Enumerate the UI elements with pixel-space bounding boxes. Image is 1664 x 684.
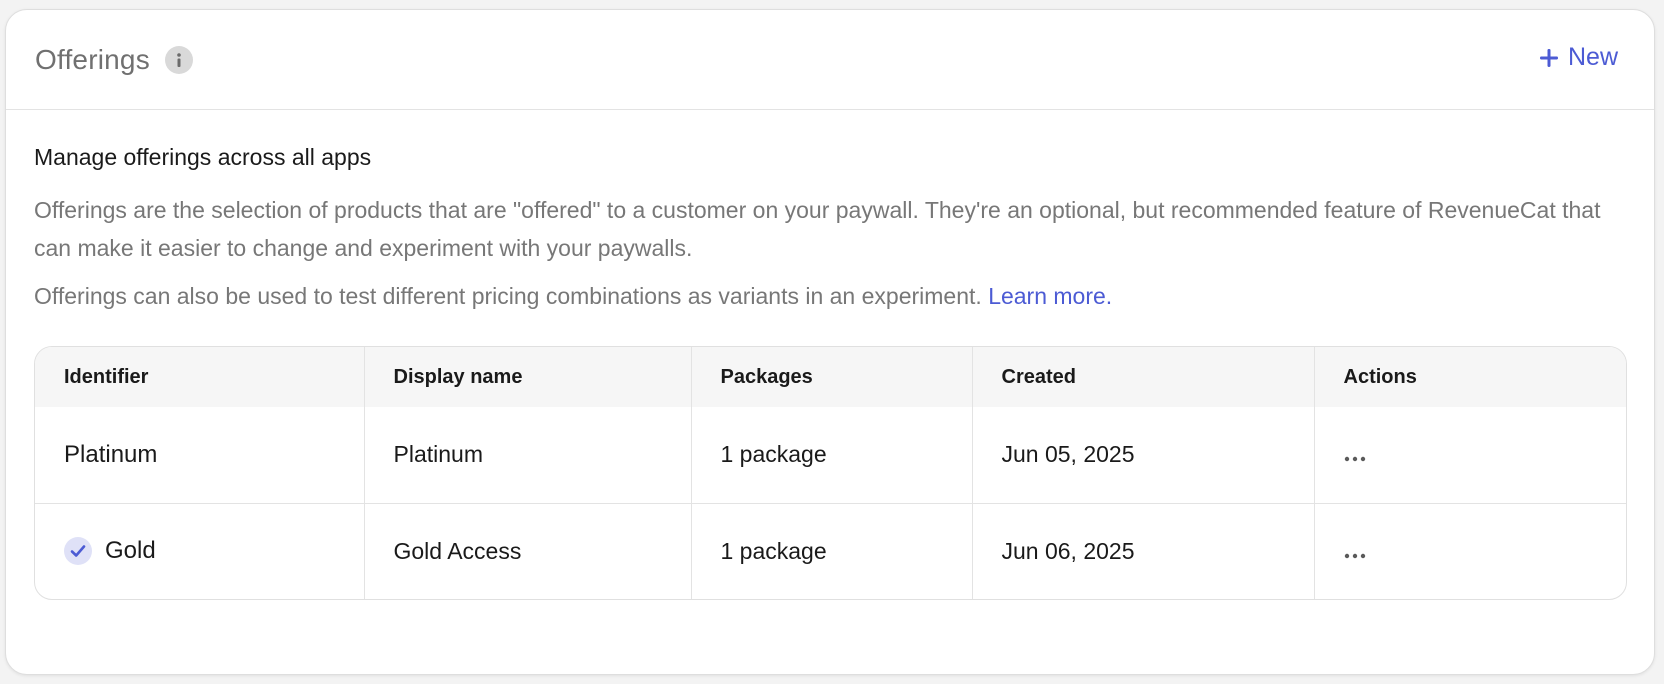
new-offering-button[interactable]: New bbox=[1539, 43, 1618, 72]
created-cell: Jun 05, 2025 bbox=[972, 407, 1315, 503]
column-header-identifier[interactable]: Identifier bbox=[35, 347, 365, 407]
identifier-text[interactable]: Gold bbox=[105, 537, 156, 565]
column-header-created[interactable]: Created bbox=[972, 347, 1315, 407]
learn-more-link[interactable]: Learn more. bbox=[988, 283, 1112, 309]
display-name-cell: Platinum bbox=[364, 407, 692, 503]
more-horizontal-icon[interactable] bbox=[1344, 549, 1366, 563]
identifier-cell: Gold bbox=[35, 503, 365, 599]
identifier-text[interactable]: Platinum bbox=[64, 441, 157, 469]
description-text-2: Offerings can also be used to test diffe… bbox=[34, 277, 1634, 315]
actions-cell bbox=[1314, 503, 1626, 599]
offerings-table: Identifier Display name Packages Created… bbox=[34, 346, 1627, 600]
offerings-card: Offerings New Manage offerings across al… bbox=[5, 9, 1655, 675]
column-header-actions: Actions bbox=[1343, 365, 1417, 388]
description-text: Offerings are the selection of products … bbox=[34, 197, 1601, 261]
description-text-2-body: Offerings can also be used to test diffe… bbox=[34, 283, 982, 309]
packages-cell: 1 package bbox=[691, 407, 973, 503]
check-icon bbox=[64, 537, 92, 566]
table-row[interactable]: Gold Gold Access 1 package Jun 06, 2025 bbox=[35, 503, 1626, 599]
table-header-row: Identifier Display name Packages Created… bbox=[35, 347, 1626, 407]
identifier-cell: Platinum bbox=[35, 407, 365, 503]
column-header-packages[interactable]: Packages bbox=[691, 347, 973, 407]
new-button-label: New bbox=[1567, 43, 1618, 71]
info-icon[interactable] bbox=[164, 45, 193, 74]
card-body: Manage offerings across all apps Offerin… bbox=[6, 110, 1654, 600]
plus-icon bbox=[1539, 48, 1558, 67]
packages-cell: 1 package bbox=[691, 503, 973, 599]
column-header-display-name[interactable]: Display name bbox=[364, 347, 692, 407]
table-row[interactable]: Platinum Platinum 1 package Jun 05, 2025 bbox=[35, 407, 1626, 503]
display-name-cell: Gold Access bbox=[364, 503, 692, 599]
section-subtitle: Manage offerings across all apps bbox=[34, 144, 372, 170]
actions-cell bbox=[1314, 407, 1626, 503]
created-cell: Jun 06, 2025 bbox=[972, 503, 1315, 599]
more-horizontal-icon[interactable] bbox=[1344, 452, 1366, 466]
page-title: Offerings bbox=[35, 43, 150, 75]
card-header: Offerings New bbox=[6, 10, 1654, 110]
